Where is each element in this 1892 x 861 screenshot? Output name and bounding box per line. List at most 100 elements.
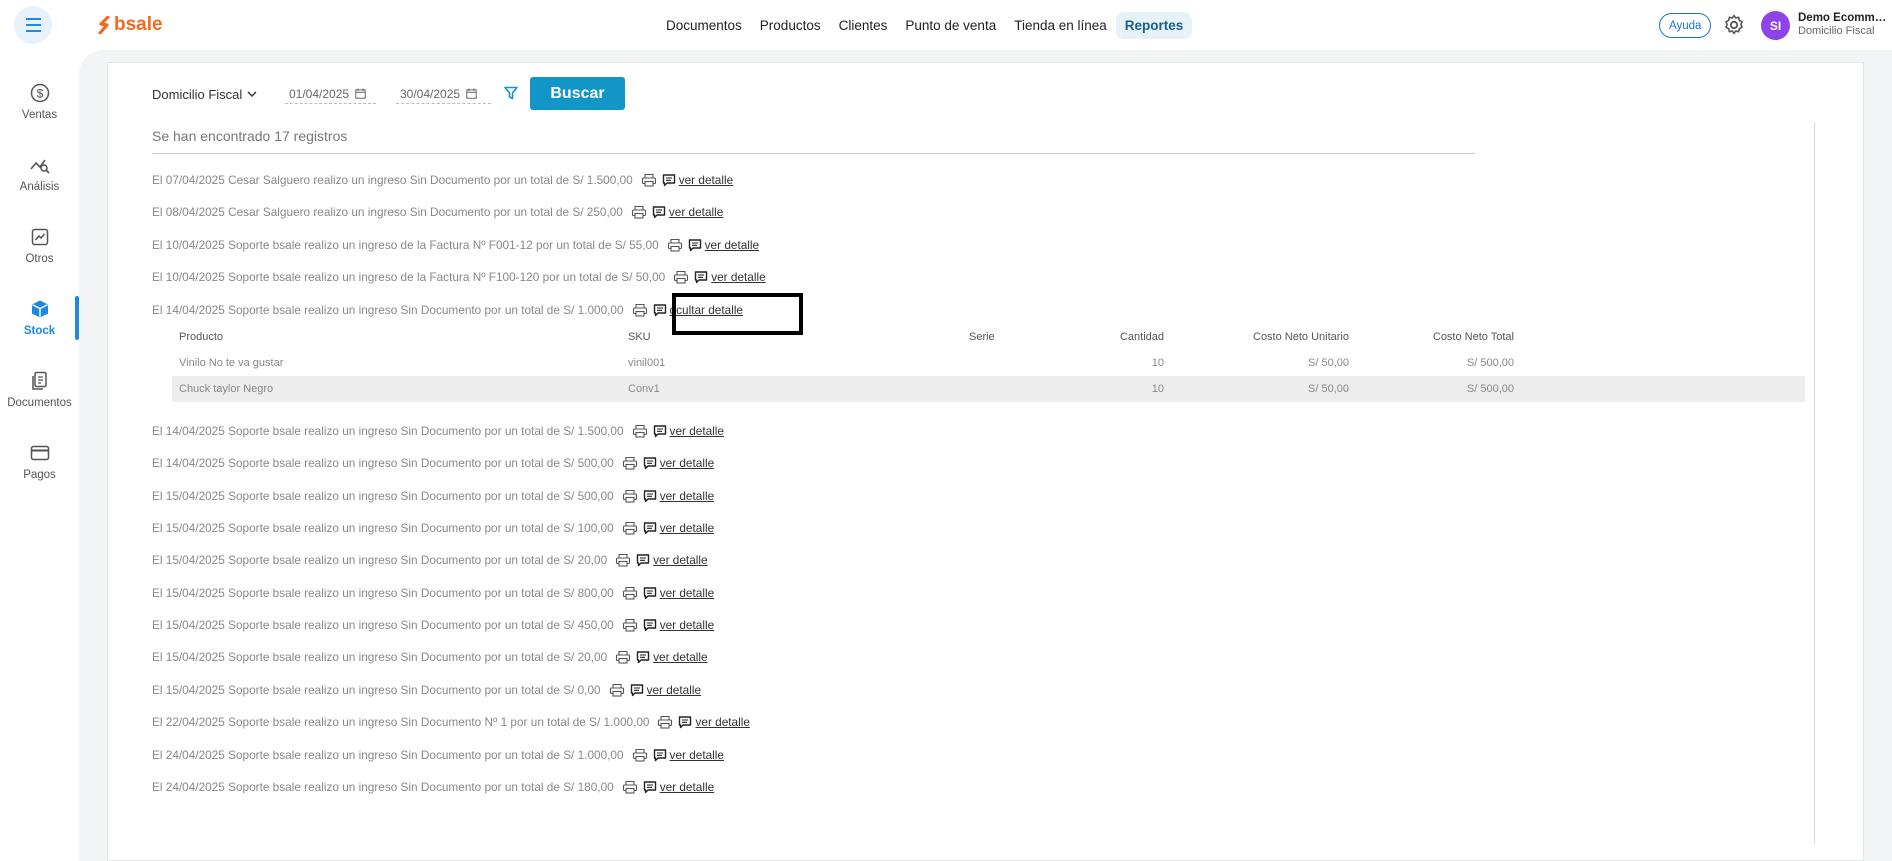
entry-text: El 15/04/2025 Soporte bsale realizo un i… bbox=[152, 650, 608, 664]
print-icon[interactable] bbox=[667, 238, 683, 252]
view-detail-link[interactable]: ver detalle bbox=[670, 424, 724, 438]
view-detail-link[interactable]: ver detalle bbox=[670, 748, 724, 762]
table-row: Chuck taylor Negro Conv1 10 S/ 50,00 S/ … bbox=[172, 376, 1805, 402]
search-button[interactable]: Buscar bbox=[530, 77, 625, 110]
view-detail-link[interactable]: ver detalle bbox=[711, 270, 765, 284]
nav-productos[interactable]: Productos bbox=[751, 12, 830, 39]
view-detail-link[interactable]: ver detalle bbox=[660, 489, 714, 503]
entry-text: El 15/04/2025 Soporte bsale realizo un i… bbox=[152, 521, 614, 535]
print-icon[interactable] bbox=[673, 270, 689, 284]
list-item: El 10/04/2025 Soporte bsale realizo un i… bbox=[152, 236, 759, 254]
view-detail-link[interactable]: ver detalle bbox=[695, 715, 749, 729]
avatar[interactable]: SI bbox=[1761, 11, 1790, 40]
sidebar-item-analisis[interactable]: Análisis bbox=[0, 154, 79, 210]
gear-icon[interactable] bbox=[1722, 13, 1746, 37]
nav-documentos[interactable]: Documentos bbox=[657, 12, 751, 39]
print-icon[interactable] bbox=[622, 586, 638, 600]
view-detail-link[interactable]: ver detalle bbox=[660, 521, 714, 535]
print-icon[interactable] bbox=[615, 650, 631, 664]
view-detail-link[interactable]: ver detalle bbox=[647, 683, 701, 697]
sidebar-item-documentos[interactable]: Documentos bbox=[0, 370, 79, 426]
comment-icon bbox=[636, 650, 650, 664]
date-to-field[interactable]: 30/04/2025 bbox=[396, 84, 491, 104]
results-divider bbox=[152, 153, 1475, 154]
print-icon[interactable] bbox=[632, 303, 648, 317]
sidebar-item-ventas[interactable]: $ Ventas bbox=[0, 82, 79, 138]
dollar-circle-icon: $ bbox=[29, 82, 51, 104]
entry-text: El 24/04/2025 Soporte bsale realizo un i… bbox=[152, 748, 624, 762]
col-sku: SKU bbox=[628, 331, 651, 343]
print-icon[interactable] bbox=[632, 424, 648, 438]
col-cantidad: Cantidad bbox=[1119, 331, 1164, 343]
view-detail-link[interactable]: ver detalle bbox=[679, 173, 733, 187]
date-to-value: 30/04/2025 bbox=[400, 86, 461, 101]
list-item: El 14/04/2025 Soporte bsale realizo un i… bbox=[152, 422, 724, 440]
cell-costo-neto-unitario: S/ 50,00 bbox=[1308, 383, 1349, 395]
view-detail-link[interactable]: ver detalle bbox=[660, 456, 714, 470]
panel-divider bbox=[1814, 122, 1815, 844]
print-icon[interactable] bbox=[622, 521, 638, 535]
filter-icon[interactable] bbox=[503, 85, 519, 101]
col-producto: Producto bbox=[179, 331, 224, 343]
print-icon[interactable] bbox=[641, 173, 657, 187]
print-icon[interactable] bbox=[615, 553, 631, 567]
help-button[interactable]: Ayuda bbox=[1659, 13, 1712, 38]
account-info[interactable]: Demo Ecommm... Domicilio Fiscal bbox=[1798, 12, 1888, 37]
comment-icon bbox=[688, 238, 702, 252]
hide-detail-link[interactable]: ocultar detalle bbox=[670, 303, 743, 317]
account-branch: Domicilio Fiscal bbox=[1798, 25, 1875, 37]
filter-bar: Domicilio Fiscal bbox=[152, 78, 257, 110]
comment-icon bbox=[653, 748, 667, 762]
list-item: El 14/04/2025 Soporte bsale realizo un i… bbox=[152, 454, 714, 472]
sidebar-item-stock[interactable]: Stock bbox=[0, 298, 79, 354]
list-item: El 24/04/2025 Soporte bsale realizo un i… bbox=[152, 778, 714, 796]
entry-text: El 24/04/2025 Soporte bsale realizo un i… bbox=[152, 780, 614, 794]
cell-cantidad: 10 bbox=[1151, 357, 1164, 369]
list-item: El 10/04/2025 Soporte bsale realizo un i… bbox=[152, 268, 766, 286]
sidebar-item-pagos[interactable]: Pagos bbox=[0, 442, 79, 498]
list-item: El 15/04/2025 Soporte bsale realizo un i… bbox=[152, 487, 714, 505]
entry-text: El 10/04/2025 Soporte bsale realizo un i… bbox=[152, 270, 666, 284]
col-costo-neto-total: Costo Neto Total bbox=[1432, 331, 1514, 343]
comment-icon bbox=[643, 780, 657, 794]
print-icon[interactable] bbox=[622, 489, 638, 503]
print-icon[interactable] bbox=[631, 205, 647, 219]
calendar-icon bbox=[466, 88, 477, 99]
menu-button[interactable] bbox=[14, 6, 52, 44]
list-item: El 15/04/2025 Soporte bsale realizo un i… bbox=[152, 551, 708, 569]
list-item: El 08/04/2025 Cesar Salguero realizo un … bbox=[152, 203, 723, 221]
sidebar-item-otros[interactable]: Otros bbox=[0, 226, 79, 282]
view-detail-link[interactable]: ver detalle bbox=[705, 238, 759, 252]
entry-text: El 14/04/2025 Soporte bsale realizo un i… bbox=[152, 424, 624, 438]
entry-text: El 15/04/2025 Soporte bsale realizo un i… bbox=[152, 586, 614, 600]
main-nav: Documentos Productos Clientes Punto de v… bbox=[657, 12, 1193, 39]
sidebar-label: Pagos bbox=[23, 469, 56, 481]
nav-punto-de-venta[interactable]: Punto de venta bbox=[896, 12, 1005, 39]
entry-text: El 14/04/2025 Soporte bsale realizo un i… bbox=[152, 456, 614, 470]
account-name: Demo Ecommm... bbox=[1798, 12, 1888, 24]
detail-table-header: Producto SKU Serie Cantidad Costo Neto U… bbox=[172, 324, 1805, 350]
calendar-icon bbox=[355, 88, 366, 99]
view-detail-link[interactable]: ver detalle bbox=[660, 618, 714, 632]
nav-clientes[interactable]: Clientes bbox=[830, 12, 897, 39]
view-detail-link[interactable]: ver detalle bbox=[660, 586, 714, 600]
view-detail-link[interactable]: ver detalle bbox=[660, 780, 714, 794]
branch-select[interactable]: Domicilio Fiscal bbox=[152, 87, 257, 102]
bsale-logo[interactable]: bsale bbox=[98, 14, 163, 36]
view-detail-link[interactable]: ver detalle bbox=[653, 650, 707, 664]
view-detail-link[interactable]: ver detalle bbox=[653, 553, 707, 567]
print-icon[interactable] bbox=[622, 780, 638, 794]
print-icon[interactable] bbox=[622, 618, 638, 632]
print-icon[interactable] bbox=[622, 456, 638, 470]
cell-cantidad: 10 bbox=[1151, 383, 1164, 395]
print-icon[interactable] bbox=[657, 715, 673, 729]
nav-tienda-en-linea[interactable]: Tienda en línea bbox=[1005, 12, 1116, 39]
view-detail-link[interactable]: ver detalle bbox=[669, 205, 723, 219]
entry-text: El 07/04/2025 Cesar Salguero realizo un … bbox=[152, 173, 633, 187]
print-icon[interactable] bbox=[632, 748, 648, 762]
print-icon[interactable] bbox=[609, 683, 625, 697]
sidebar-label: Stock bbox=[23, 325, 56, 337]
comment-icon bbox=[678, 715, 692, 729]
nav-reportes[interactable]: Reportes bbox=[1115, 12, 1193, 39]
date-from-field[interactable]: 01/04/2025 bbox=[285, 84, 376, 104]
